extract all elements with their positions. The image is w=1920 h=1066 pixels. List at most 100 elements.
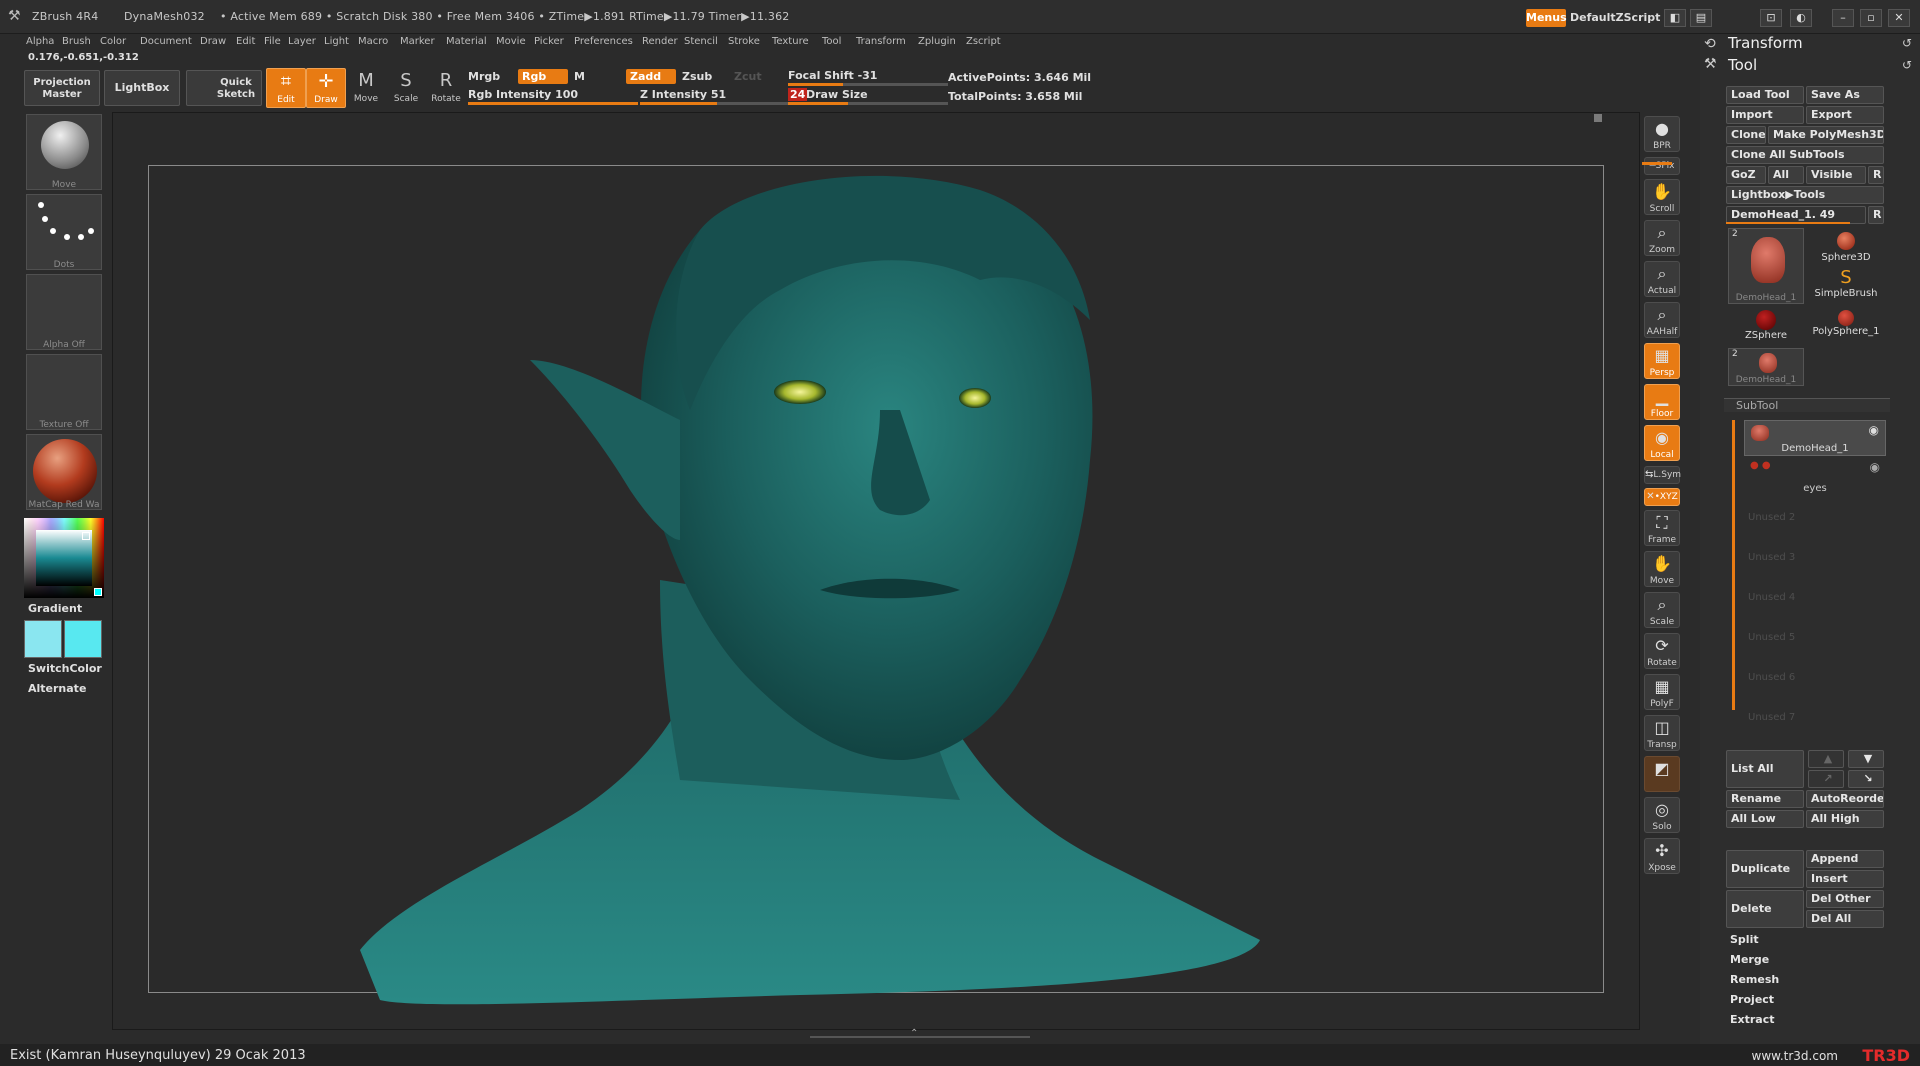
del-other-button[interactable]: Del Other [1806, 890, 1884, 908]
menu-alpha[interactable]: Alpha [26, 34, 54, 50]
menu-transform[interactable]: Transform [856, 34, 906, 50]
switchcolor-button[interactable]: SwitchColor [24, 660, 104, 678]
chevron-up-icon[interactable]: ⌃ [910, 1028, 918, 1039]
shelf-scale-button[interactable]: ⌕ Scale [1644, 592, 1680, 628]
menu-draw[interactable]: Draw [200, 34, 226, 50]
shelf-solo-button[interactable]: ◎ Solo [1644, 797, 1680, 833]
m-button[interactable]: M [574, 70, 585, 83]
menu-zplugin[interactable]: Zplugin [918, 34, 956, 50]
site-url[interactable]: www.tr3d.com [1752, 1049, 1839, 1063]
clone-all-subtools-button[interactable]: Clone All SubTools [1726, 146, 1884, 164]
current-tool-r-button[interactable]: R [1868, 206, 1884, 224]
color-icon[interactable]: ◐ [1790, 9, 1812, 27]
menu-macro[interactable]: Macro [358, 34, 388, 50]
menu-preferences[interactable]: Preferences [574, 34, 633, 50]
clone-button[interactable]: Clone [1726, 126, 1766, 144]
material-selector[interactable]: MatCap Red Wa [26, 434, 102, 510]
tool-thumb-sphere3d[interactable]: Sphere3D [1808, 230, 1884, 266]
menu-light[interactable]: Light [324, 34, 349, 50]
transform-reset-icon[interactable]: ↺ [1902, 36, 1912, 50]
shelf-spix-button[interactable]: ━SPix [1644, 157, 1680, 175]
export-button[interactable]: Export [1806, 106, 1884, 124]
merge-menu[interactable]: Merge [1726, 952, 1884, 970]
gradient-button[interactable]: Gradient [24, 600, 104, 618]
all-low-button[interactable]: All Low [1726, 810, 1804, 828]
scale-button[interactable]: S Scale [386, 68, 426, 108]
menu-color[interactable]: Color [100, 34, 126, 50]
demohead-model[interactable] [320, 160, 1280, 1030]
lightbox-button[interactable]: LightBox [104, 70, 180, 106]
menu-picker[interactable]: Picker [534, 34, 564, 50]
subtool-item-eyes[interactable]: ● ● ◉ eyes [1744, 458, 1886, 494]
shelf-actual-button[interactable]: ⌕ Actual [1644, 261, 1680, 297]
texture-selector[interactable]: Texture Off [26, 354, 102, 430]
menus-button[interactable]: Menus [1526, 9, 1567, 27]
tool-thumb-demohead-2[interactable]: 2 DemoHead_1 [1728, 348, 1804, 386]
load-tool-button[interactable]: Load Tool [1726, 86, 1804, 104]
shelf-lsym-button[interactable]: ⇆L.Sym [1644, 466, 1681, 484]
move-button[interactable]: M Move [346, 68, 386, 108]
eyes-visibility-eye-icon[interactable]: ◉ [1870, 460, 1880, 474]
goz-r-button[interactable]: R [1868, 166, 1884, 184]
move-down-icon[interactable]: ▼ [1848, 750, 1884, 768]
layout-icon[interactable]: ▤ [1690, 9, 1712, 27]
list-all-button[interactable]: List All [1726, 750, 1804, 788]
tool-thumb-simplebrush[interactable]: S SimpleBrush [1808, 268, 1884, 304]
autoreorder-button[interactable]: AutoReorder [1806, 790, 1884, 808]
all-high-button[interactable]: All High [1806, 810, 1884, 828]
default-zscript-button[interactable]: DefaultZScript [1570, 9, 1660, 27]
brush-selector[interactable]: Move [26, 114, 102, 190]
shelf-move-button[interactable]: ✋ Move [1644, 551, 1680, 587]
goz-button[interactable]: GoZ [1726, 166, 1766, 184]
projection-master-button[interactable]: Projection Master [24, 70, 100, 106]
rename-button[interactable]: Rename [1726, 790, 1804, 808]
zcut-button[interactable]: Zcut [734, 70, 762, 83]
visibility-eye-icon[interactable]: ◉ [1869, 423, 1879, 437]
shelf-frame-button[interactable]: ⛶ Frame [1644, 510, 1680, 546]
make-polymesh-button[interactable]: Make PolyMesh3D [1768, 126, 1884, 144]
canvas-resize-handle[interactable] [1594, 114, 1602, 122]
mrgb-button[interactable]: Mrgb [468, 70, 500, 83]
spix-slider-fill[interactable] [1642, 162, 1672, 165]
tool-palette-title[interactable]: Tool [1728, 56, 1757, 74]
lock-icon[interactable]: ⊡ [1760, 9, 1782, 27]
shelf-polyf-button[interactable]: ▦ PolyF [1644, 674, 1680, 710]
extract-menu[interactable]: Extract [1726, 1012, 1884, 1030]
zsub-button[interactable]: Zsub [682, 70, 712, 83]
menu-texture[interactable]: Texture [772, 34, 809, 50]
main-color-swatch[interactable] [24, 620, 62, 658]
shelf-rotate-button[interactable]: ⟳ Rotate [1644, 633, 1680, 669]
stroke-selector[interactable]: Dots [26, 194, 102, 270]
secondary-color-swatch[interactable] [64, 620, 102, 658]
minimize-icon[interactable]: – [1832, 9, 1854, 27]
project-menu[interactable]: Project [1726, 992, 1884, 1010]
alternate-button[interactable]: Alternate [24, 680, 104, 698]
draw-button[interactable]: ✛ Draw [306, 68, 346, 108]
append-button[interactable]: Append [1806, 850, 1884, 868]
menu-document[interactable]: Document [140, 34, 192, 50]
remesh-menu[interactable]: Remesh [1726, 972, 1884, 990]
maximize-icon[interactable]: ▫ [1860, 9, 1882, 27]
menu-material[interactable]: Material [446, 34, 487, 50]
menu-stencil[interactable]: Stencil [684, 34, 718, 50]
picker-handle-icon[interactable] [82, 532, 90, 540]
shelf-transp-button[interactable]: ◫ Transp [1644, 715, 1680, 751]
arrow-up-right-icon[interactable]: ↗ [1808, 770, 1844, 788]
subtool-item-demohead[interactable]: ◉ DemoHead_1 [1744, 420, 1886, 456]
menu-zscript[interactable]: Zscript [966, 34, 1001, 50]
zadd-button[interactable]: Zadd [626, 69, 676, 84]
shelf-local-button[interactable]: ◉ Local [1644, 425, 1680, 461]
delete-button[interactable]: Delete [1726, 890, 1804, 928]
menu-layer[interactable]: Layer [288, 34, 316, 50]
menu-stroke[interactable]: Stroke [728, 34, 760, 50]
transform-palette-title[interactable]: Transform [1728, 34, 1803, 52]
rotate-button[interactable]: R Rotate [426, 68, 466, 108]
shelf-xyz-button[interactable]: ✕•XYZ [1644, 488, 1680, 506]
insert-button[interactable]: Insert [1806, 870, 1884, 888]
subtool-scrollbar[interactable] [1732, 420, 1735, 710]
tool-thumb-zsphere[interactable]: ZSphere [1728, 310, 1804, 346]
duplicate-button[interactable]: Duplicate [1726, 850, 1804, 888]
lightbox-tools-button[interactable]: Lightbox▶Tools [1726, 186, 1884, 204]
shelf-aahalf-button[interactable]: ⌕ AAHalf [1644, 302, 1680, 338]
del-all-button[interactable]: Del All [1806, 910, 1884, 928]
